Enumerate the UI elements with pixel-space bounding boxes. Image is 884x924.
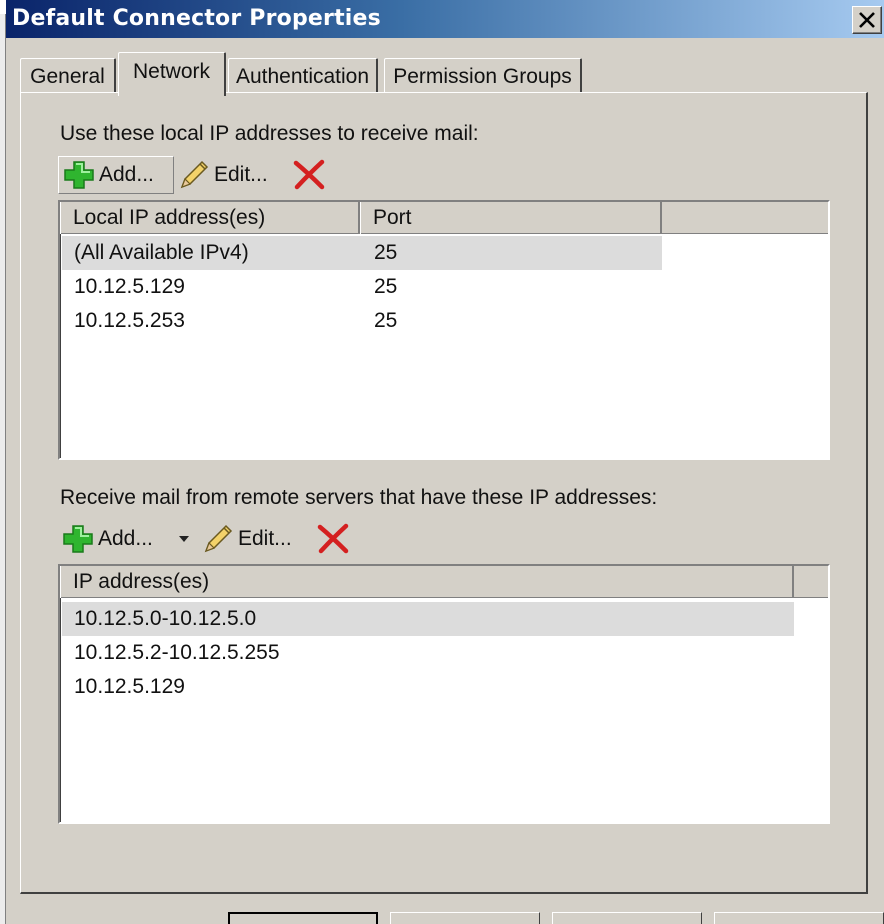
local-delete-button[interactable] bbox=[292, 156, 326, 194]
local-add-button[interactable]: Add... bbox=[58, 156, 174, 194]
local-add-label: Add... bbox=[99, 163, 154, 186]
local-ip-list-header: Local IP address(es) Port bbox=[60, 202, 828, 234]
properties-dialog: Default Connector Properties General Net… bbox=[0, 0, 884, 924]
cancel-button[interactable] bbox=[390, 912, 540, 924]
column-header-local-ip[interactable]: Local IP address(es) bbox=[60, 202, 360, 234]
delete-x-icon bbox=[293, 159, 325, 190]
remote-add-button[interactable]: Add... bbox=[62, 520, 189, 558]
ok-button[interactable] bbox=[228, 912, 378, 924]
local-ip-heading: Use these local IP addresses to receive … bbox=[60, 122, 479, 145]
table-row[interactable]: 10.12.5.2-10.12.5.255 bbox=[60, 636, 828, 670]
local-ip-list[interactable]: Local IP address(es) Port (All Available… bbox=[58, 200, 830, 460]
column-header-port-label: Port bbox=[373, 206, 412, 229]
title-bar[interactable]: Default Connector Properties bbox=[6, 0, 884, 38]
window-title: Default Connector Properties bbox=[12, 6, 381, 31]
table-row[interactable]: 10.12.5.129 25 bbox=[60, 270, 828, 304]
table-row[interactable]: 10.12.5.0-10.12.5.0 bbox=[60, 602, 828, 636]
ip-range-cell: 10.12.5.2-10.12.5.255 bbox=[74, 641, 280, 664]
local-ip-cell: (All Available IPv4) bbox=[74, 241, 249, 264]
tab-general[interactable]: General bbox=[20, 58, 116, 94]
ip-range-cell: 10.12.5.0-10.12.5.0 bbox=[74, 607, 257, 630]
tab-permission-groups-label: Permission Groups bbox=[393, 64, 572, 88]
tab-authentication[interactable]: Authentication bbox=[228, 58, 378, 94]
help-button[interactable] bbox=[714, 912, 884, 924]
ip-range-cell: 10.12.5.129 bbox=[74, 675, 185, 698]
local-ip-cell: 10.12.5.253 bbox=[74, 309, 185, 332]
remote-ip-heading: Receive mail from remote servers that ha… bbox=[60, 486, 658, 509]
remote-ip-list[interactable]: IP address(es) 10.12.5.0-10.12.5.0 10.12… bbox=[58, 564, 830, 824]
remote-ip-list-header: IP address(es) bbox=[60, 566, 828, 598]
table-row[interactable]: 10.12.5.253 25 bbox=[60, 304, 828, 338]
tab-network-label: Network bbox=[132, 59, 211, 83]
edit-pencil-icon bbox=[204, 524, 233, 553]
add-plus-icon bbox=[64, 161, 94, 189]
tab-permission-groups[interactable]: Permission Groups bbox=[384, 58, 582, 94]
table-row[interactable]: (All Available IPv4) 25 bbox=[60, 236, 828, 270]
column-header-local-ip-label: Local IP address(es) bbox=[73, 206, 266, 229]
column-header-ip-address-label: IP address(es) bbox=[73, 570, 210, 593]
add-plus-icon bbox=[63, 525, 93, 553]
remote-add-label: Add... bbox=[98, 527, 153, 550]
column-header-port[interactable]: Port bbox=[360, 202, 662, 234]
table-row[interactable]: 10.12.5.129 bbox=[60, 670, 828, 704]
tab-authentication-label: Authentication bbox=[235, 64, 370, 88]
tab-network[interactable]: Network bbox=[118, 52, 226, 96]
apply-button[interactable] bbox=[552, 912, 702, 924]
close-button[interactable] bbox=[852, 6, 882, 34]
local-edit-button[interactable]: Edit... bbox=[178, 156, 268, 194]
local-ip-cell: 10.12.5.129 bbox=[74, 275, 185, 298]
remote-delete-button[interactable] bbox=[316, 520, 350, 558]
port-cell: 25 bbox=[374, 309, 398, 332]
left-window-edge bbox=[0, 0, 6, 924]
port-cell: 25 bbox=[374, 241, 398, 264]
edit-pencil-icon bbox=[180, 160, 209, 189]
local-edit-label: Edit... bbox=[214, 163, 268, 186]
tab-general-label: General bbox=[30, 64, 105, 88]
delete-x-icon bbox=[317, 523, 349, 554]
column-header-ip-address[interactable]: IP address(es) bbox=[60, 566, 794, 598]
remote-edit-label: Edit... bbox=[238, 527, 292, 550]
close-icon bbox=[859, 12, 875, 28]
chevron-down-icon[interactable] bbox=[178, 536, 189, 542]
remote-edit-button[interactable]: Edit... bbox=[202, 520, 292, 558]
port-cell: 25 bbox=[374, 275, 398, 298]
